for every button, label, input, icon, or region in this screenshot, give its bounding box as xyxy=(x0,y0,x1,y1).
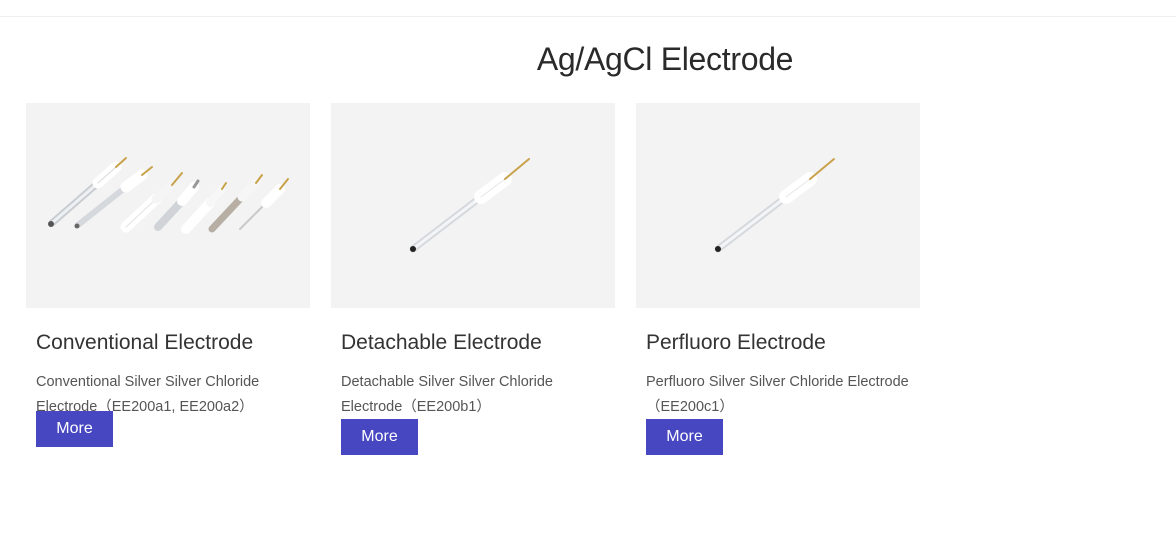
single-electrode-icon xyxy=(714,158,835,253)
more-button[interactable]: More xyxy=(341,419,418,455)
product-card-detachable: Detachable Electrode Detachable Silver S… xyxy=(331,103,615,455)
product-title[interactable]: Conventional Electrode xyxy=(36,330,300,356)
product-image[interactable] xyxy=(636,103,920,308)
product-image[interactable] xyxy=(331,103,615,308)
product-title[interactable]: Detachable Electrode xyxy=(341,330,605,356)
single-electrode-icon xyxy=(409,158,530,253)
product-image[interactable] xyxy=(26,103,310,308)
more-button[interactable]: More xyxy=(36,411,113,447)
product-card-conventional: Conventional Electrode Conventional Silv… xyxy=(26,103,310,447)
electrode-set-icon xyxy=(48,157,289,234)
more-button[interactable]: More xyxy=(646,419,723,455)
product-title[interactable]: Perfluoro Electrode xyxy=(646,330,910,356)
product-description: Perfluoro Silver Silver Chloride Electro… xyxy=(646,374,909,415)
section-title: Ag/AgCl Electrode xyxy=(536,41,794,77)
product-card-perfluoro: Perfluoro Electrode Perfluoro Silver Sil… xyxy=(636,103,920,455)
header-divider xyxy=(0,16,1176,17)
product-description: Detachable Silver Silver Chloride Electr… xyxy=(341,374,553,415)
